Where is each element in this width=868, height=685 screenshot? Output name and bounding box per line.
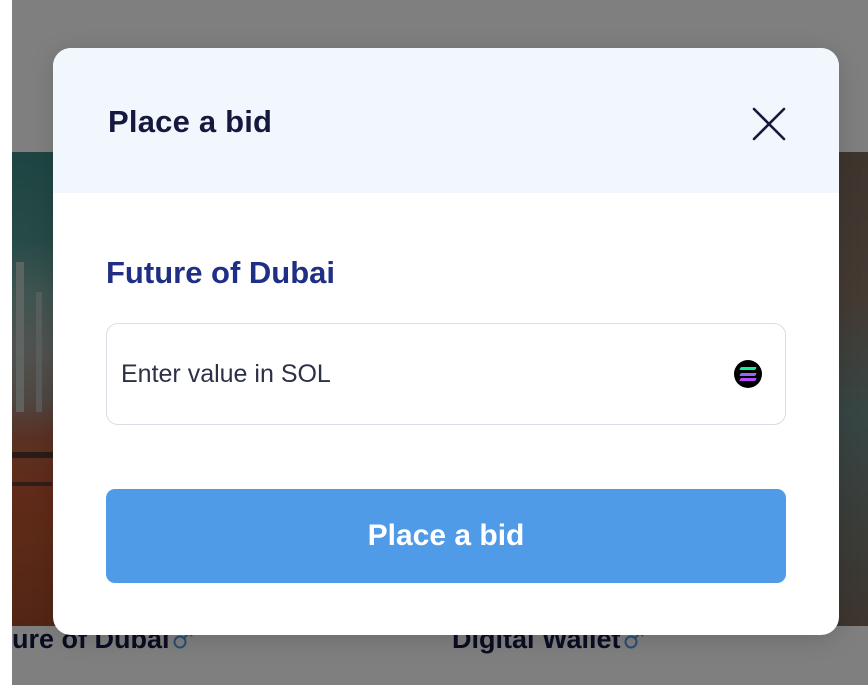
modal-title: Place a bid: [108, 104, 273, 139]
item-name: Future of Dubai: [106, 255, 336, 290]
bid-amount-field[interactable]: [106, 323, 786, 425]
bid-modal: Place a bid Future of Dubai Place a bid: [53, 48, 839, 635]
modal-header: Place a bid: [53, 48, 839, 193]
close-button[interactable]: [749, 104, 789, 144]
solana-icon: [734, 360, 762, 388]
bid-amount-input[interactable]: [121, 324, 721, 424]
place-bid-button[interactable]: Place a bid: [106, 489, 786, 583]
close-icon: [752, 107, 786, 141]
